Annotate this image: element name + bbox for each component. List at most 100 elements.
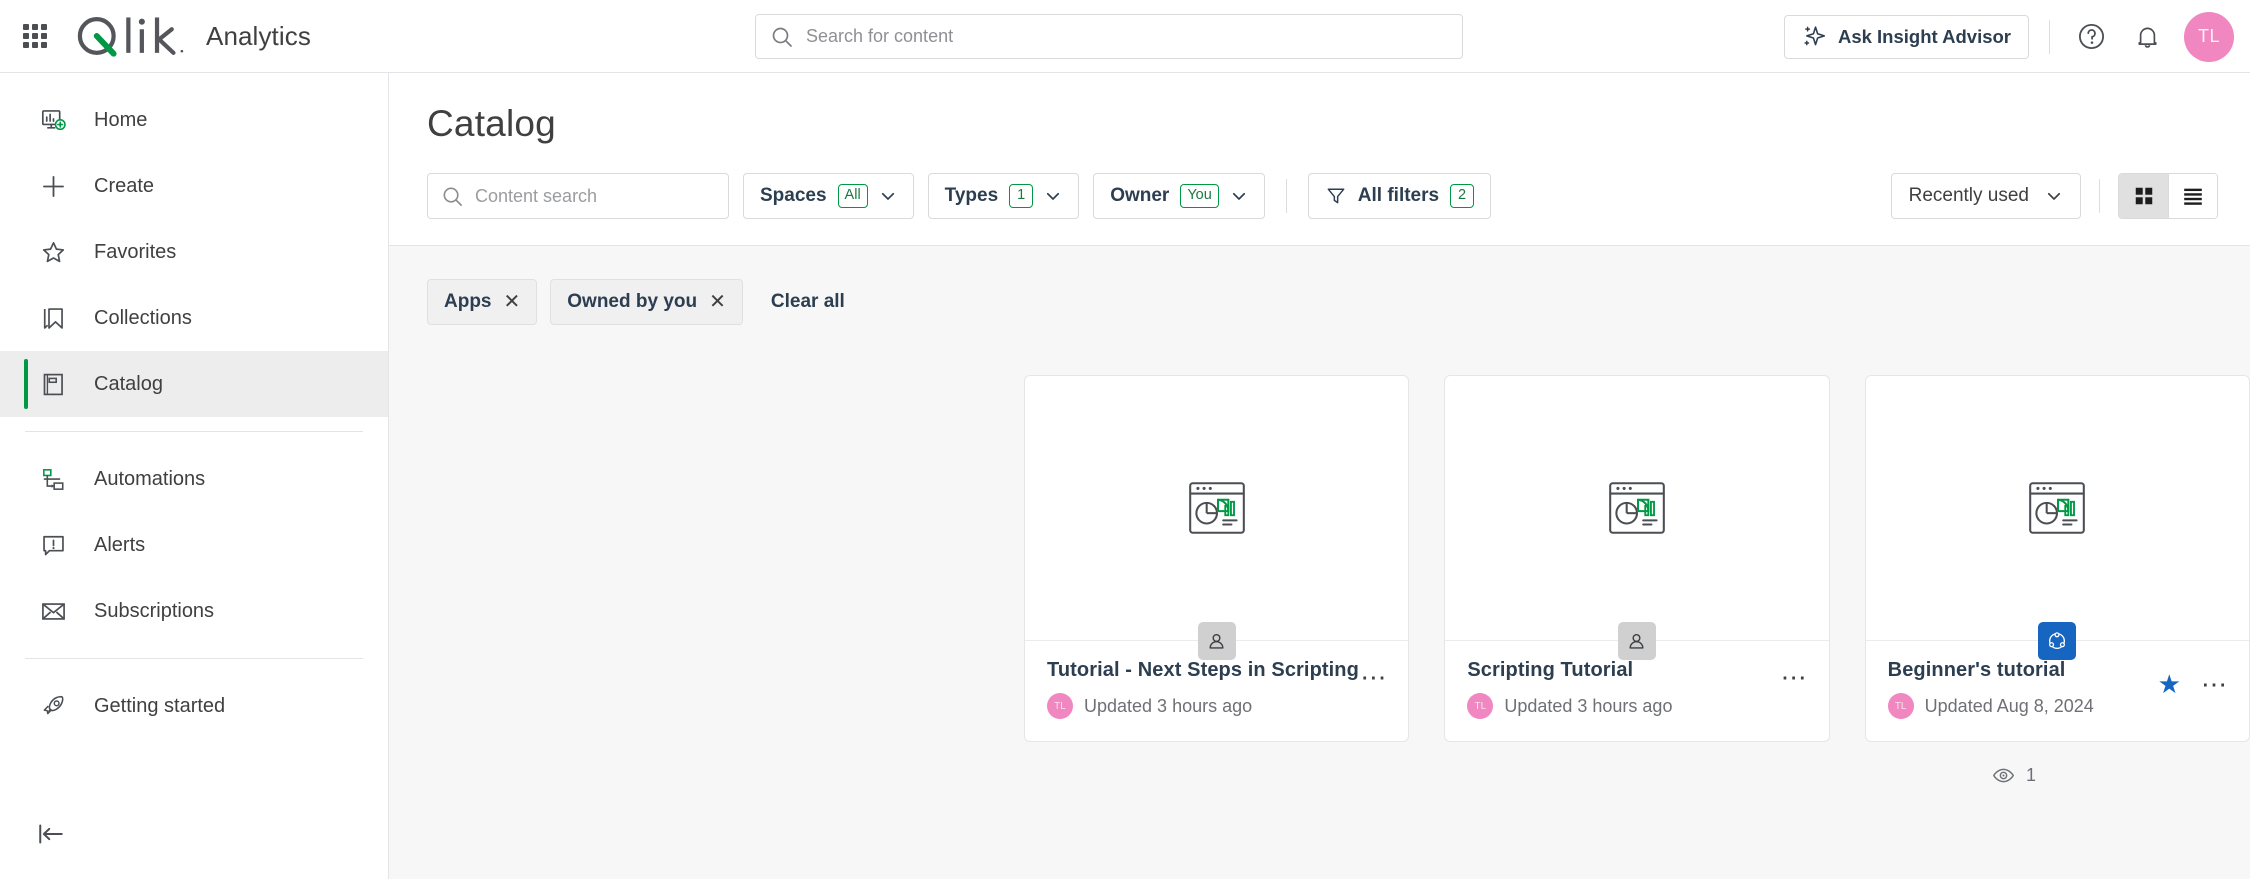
filter-divider (1285, 179, 1287, 213)
view-toggle-group (2118, 173, 2218, 219)
all-filters-badge: 2 (1450, 184, 1475, 208)
types-filter-button[interactable]: Types 1 (927, 173, 1080, 219)
sparkle-icon (1804, 26, 1826, 46)
app-card-updated: Updated 3 hours ago (1504, 695, 1673, 716)
bell-icon[interactable] (2126, 16, 2168, 58)
active-filter-chips: Apps ✕ Owned by you ✕ Clear all (389, 246, 2250, 325)
search-icon (772, 27, 792, 47)
app-card-footer: Beginner's tutorial TL Updated Aug 8, 20… (1865, 622, 2249, 741)
waffle-grid-icon[interactable] (18, 19, 52, 53)
collapse-left-icon[interactable] (36, 813, 78, 855)
sidebar-item-label: Getting started (94, 694, 226, 717)
app-card[interactable]: Scripting Tutorial TL Updated 3 hours ag… (1444, 375, 1830, 742)
more-options-icon[interactable]: ⋯ (2201, 671, 2229, 697)
qlik-logo-icon (77, 17, 184, 57)
product-name: Analytics (206, 20, 311, 51)
app-card-title: Tutorial - Next Steps in Scripting (1047, 659, 1359, 681)
ask-insight-advisor-button[interactable]: Ask Insight Advisor (1783, 14, 2029, 59)
view-count: 1 (389, 742, 2250, 787)
sidebar: Home Create Favorites Collections Catalo… (0, 73, 389, 879)
star-outline-icon (36, 235, 70, 269)
catalog-header: Catalog Content search Spaces All Types … (389, 73, 2250, 246)
sidebar-item-subscriptions[interactable]: Subscriptions (0, 578, 388, 644)
sidebar-item-create[interactable]: Create (0, 153, 388, 219)
sidebar-item-home[interactable]: Home (0, 87, 388, 153)
grid-view-icon[interactable] (2119, 174, 2168, 218)
all-filters-label: All filters (1357, 185, 1440, 206)
all-filters-button[interactable]: All filters 2 (1307, 173, 1492, 219)
app-card-meta: TL Updated 3 hours ago (1047, 693, 1386, 719)
plus-icon (36, 169, 70, 203)
home-dashboard-icon (36, 103, 70, 137)
owner-filter-button[interactable]: Owner You (1093, 173, 1265, 219)
sidebar-item-label: Collections (94, 306, 192, 329)
filter-chip-apps[interactable]: Apps ✕ (427, 279, 538, 325)
owner-avatar: TL (1887, 693, 1914, 719)
list-view-icon[interactable] (2168, 174, 2217, 218)
global-search-input[interactable]: Search for content (755, 14, 1463, 59)
avatar[interactable]: TL (2184, 11, 2234, 62)
person-icon (1617, 622, 1656, 660)
view-count-value: 1 (2025, 765, 2036, 785)
app-card[interactable]: Beginner's tutorial TL Updated Aug 8, 20… (1864, 375, 2250, 742)
avatar-initials: TL (2197, 26, 2220, 46)
view-controls: Recently used (1890, 173, 2218, 219)
star-filled-icon[interactable]: ★ (2158, 671, 2181, 697)
help-circle-icon[interactable] (2070, 16, 2112, 58)
sidebar-item-label: Catalog (94, 372, 163, 395)
alert-speech-bubble-icon (36, 528, 70, 562)
sidebar-item-favorites[interactable]: Favorites (0, 219, 388, 285)
app-card-updated: Updated 3 hours ago (1084, 695, 1253, 716)
rocket-icon (36, 689, 70, 723)
filter-chip-label: Owned by you (567, 291, 698, 312)
sidebar-item-automations[interactable]: Automations (0, 446, 388, 512)
ask-insight-advisor-label: Ask Insight Advisor (1837, 25, 2011, 47)
card-grid: Tutorial - Next Steps in Scripting TL Up… (389, 325, 2250, 742)
sidebar-item-collections[interactable]: Collections (0, 285, 388, 351)
close-x-icon[interactable]: ✕ (709, 292, 726, 312)
main-content: Catalog Content search Spaces All Types … (389, 73, 2250, 879)
chevron-down-icon (1232, 192, 1245, 200)
automations-flow-icon (36, 462, 70, 496)
app-card-title: Scripting Tutorial (1467, 659, 1634, 681)
spaces-filter-badge: All (837, 184, 868, 208)
chevron-down-icon (881, 192, 894, 200)
content-search-input[interactable]: Content search (427, 173, 729, 219)
envelope-icon (36, 594, 70, 628)
sidebar-item-label: Favorites (94, 240, 177, 263)
owner-initials: TL (1894, 700, 1907, 712)
app-thumbnail (1025, 376, 1408, 640)
owner-filter-label: Owner (1110, 185, 1170, 206)
spaces-filter-label: Spaces (760, 185, 827, 206)
top-bar: Analytics Search for content Ask Insight… (0, 0, 2250, 73)
topbar-divider (2049, 19, 2050, 54)
app-card-footer: Tutorial - Next Steps in Scripting TL Up… (1025, 622, 1409, 741)
owner-initials: TL (1474, 700, 1487, 712)
sidebar-item-label: Alerts (94, 533, 146, 556)
owner-initials: TL (1054, 700, 1066, 712)
sidebar-item-label: Home (94, 108, 148, 131)
sidebar-item-catalog[interactable]: Catalog (0, 351, 388, 417)
sort-dropdown[interactable]: Recently used (1890, 173, 2081, 219)
sidebar-item-label: Create (94, 174, 155, 197)
sidebar-item-label: Subscriptions (94, 599, 215, 622)
spaces-filter-button[interactable]: Spaces All (743, 173, 914, 219)
sidebar-divider-2 (25, 658, 363, 659)
brand-logo[interactable]: Analytics (74, 14, 311, 58)
clear-all-button[interactable]: Clear all (771, 291, 845, 313)
types-filter-label: Types (944, 185, 999, 206)
more-options-icon[interactable]: ⋯ (1360, 664, 1388, 690)
close-x-icon[interactable]: ✕ (504, 292, 521, 312)
sidebar-item-getting-started[interactable]: Getting started (0, 673, 388, 739)
filter-chip-owned-by-you[interactable]: Owned by you ✕ (550, 279, 743, 325)
bookmark-icon (36, 301, 70, 335)
topbar-actions: Ask Insight Advisor TL (1783, 0, 2234, 73)
page-title: Catalog (427, 103, 556, 144)
more-options-icon[interactable]: ⋯ (1781, 664, 1809, 690)
filter-chip-label: Apps (444, 291, 492, 312)
person-icon (1197, 622, 1236, 660)
global-search-placeholder: Search for content (806, 26, 954, 46)
content-search-placeholder: Content search (475, 185, 598, 206)
app-card[interactable]: Tutorial - Next Steps in Scripting TL Up… (1024, 375, 1410, 742)
sidebar-item-alerts[interactable]: Alerts (0, 512, 388, 578)
